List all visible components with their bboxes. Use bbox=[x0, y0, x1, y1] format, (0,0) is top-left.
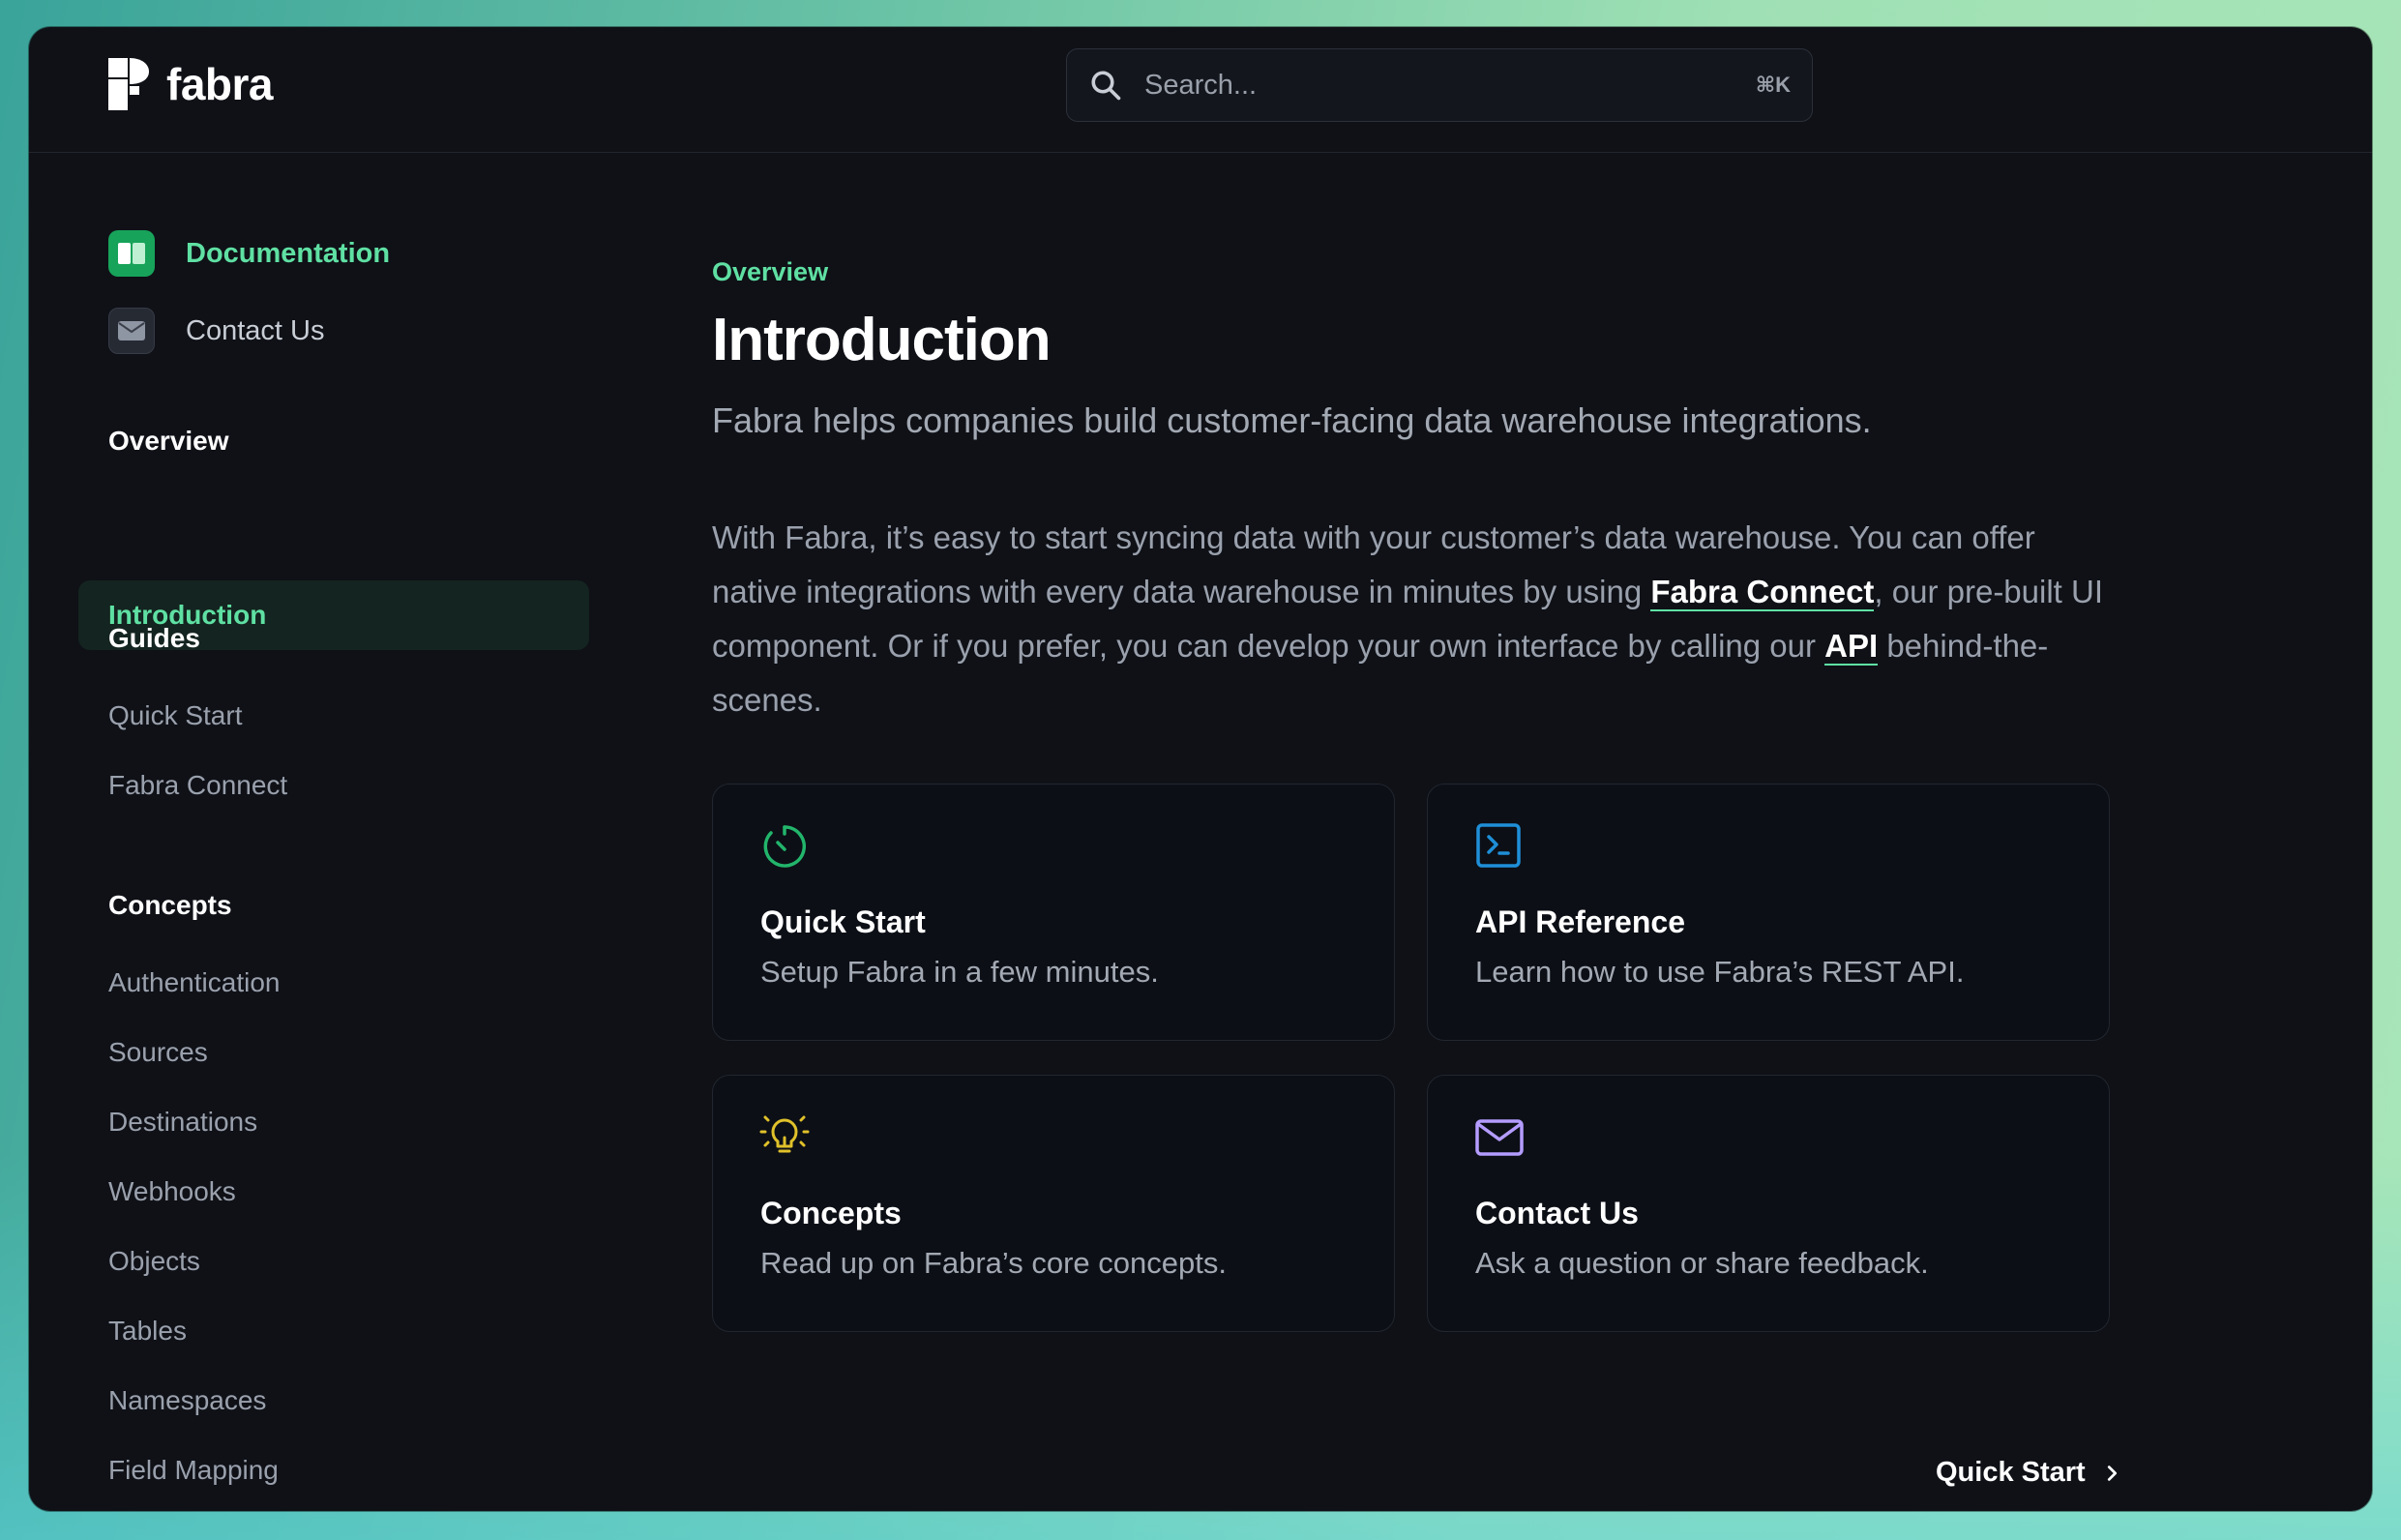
search-icon bbox=[1091, 71, 1121, 101]
sidebar-item-field-mapping[interactable]: Field Mapping bbox=[108, 1455, 279, 1486]
sidebar-link-label: Documentation bbox=[186, 237, 391, 269]
card-description: Learn how to use Fabra’s REST API. bbox=[1475, 955, 1965, 989]
card-api-reference[interactable]: API Reference Learn how to use Fabra’s R… bbox=[1427, 784, 2110, 1041]
page-lead: Fabra helps companies build customer-fac… bbox=[712, 400, 1872, 440]
sidebar-link-documentation[interactable]: Documentation bbox=[108, 230, 390, 277]
next-page-label: Quick Start bbox=[1936, 1457, 2086, 1488]
chevron-right-icon bbox=[2107, 1465, 2117, 1481]
section-title-concepts: Concepts bbox=[108, 890, 232, 920]
next-page-link[interactable]: Quick Start bbox=[1936, 1457, 2122, 1489]
lightbulb-icon bbox=[759, 1115, 810, 1153]
app-window: fabra Search... ⌘K Documentation Contact… bbox=[29, 27, 2372, 1511]
sidebar-item-quick-start[interactable]: Quick Start bbox=[108, 700, 242, 731]
card-description: Setup Fabra in a few minutes. bbox=[760, 955, 1159, 989]
top-header: fabra Search... ⌘K bbox=[29, 27, 2372, 153]
sidebar-item-namespaces[interactable]: Namespaces bbox=[108, 1385, 266, 1416]
intro-paragraph: With Fabra, it’s easy to start syncing d… bbox=[712, 511, 2115, 727]
sidebar-link-contact-us[interactable]: Contact Us bbox=[108, 308, 324, 354]
search-bar[interactable]: Search... ⌘K bbox=[1066, 48, 1813, 122]
sidebar-item-objects[interactable]: Objects bbox=[108, 1246, 200, 1277]
section-title-guides: Guides bbox=[108, 623, 200, 653]
book-icon bbox=[108, 230, 155, 277]
brand-logo[interactable]: fabra bbox=[108, 58, 273, 110]
card-title: Quick Start bbox=[760, 904, 926, 939]
card-title: API Reference bbox=[1475, 904, 1685, 939]
sidebar-link-label: Contact Us bbox=[186, 314, 325, 346]
search-shortcut-hint: ⌘K bbox=[1755, 73, 1791, 97]
envelope-icon bbox=[1475, 1119, 1524, 1156]
terminal-icon bbox=[1476, 823, 1521, 868]
page-title: Introduction bbox=[712, 307, 1052, 373]
sidebar-item-sources[interactable]: Sources bbox=[108, 1037, 208, 1068]
card-title: Concepts bbox=[760, 1196, 902, 1230]
brand-name: fabra bbox=[166, 59, 273, 109]
card-title: Contact Us bbox=[1475, 1196, 1639, 1230]
fabra-logo-icon bbox=[108, 58, 149, 110]
sidebar-item-authentication[interactable]: Authentication bbox=[108, 967, 280, 998]
sidebar-item-webhooks[interactable]: Webhooks bbox=[108, 1176, 236, 1207]
card-description: Read up on Fabra’s core concepts. bbox=[760, 1246, 1227, 1280]
stopwatch-icon bbox=[763, 825, 806, 868]
card-concepts[interactable]: Concepts Read up on Fabra’s core concept… bbox=[712, 1075, 1395, 1332]
section-title-overview: Overview bbox=[108, 426, 229, 456]
sidebar: Documentation Contact Us Overview Introd… bbox=[29, 153, 648, 1511]
search-placeholder[interactable]: Search... bbox=[1144, 70, 1756, 102]
fabra-connect-link[interactable]: Fabra Connect bbox=[1650, 574, 1875, 611]
breadcrumb-section: Overview bbox=[712, 257, 829, 286]
main-content: Overview Introduction Fabra helps compan… bbox=[712, 153, 2372, 1511]
card-contact-us[interactable]: Contact Us Ask a question or share feedb… bbox=[1427, 1075, 2110, 1332]
envelope-icon bbox=[108, 308, 155, 354]
card-description: Ask a question or share feedback. bbox=[1475, 1246, 1929, 1280]
api-link[interactable]: API bbox=[1824, 628, 1879, 666]
sidebar-item-fabra-connect[interactable]: Fabra Connect bbox=[108, 770, 287, 801]
sidebar-item-destinations[interactable]: Destinations bbox=[108, 1107, 257, 1138]
card-quick-start[interactable]: Quick Start Setup Fabra in a few minutes… bbox=[712, 784, 1395, 1041]
sidebar-item-tables[interactable]: Tables bbox=[108, 1316, 187, 1347]
